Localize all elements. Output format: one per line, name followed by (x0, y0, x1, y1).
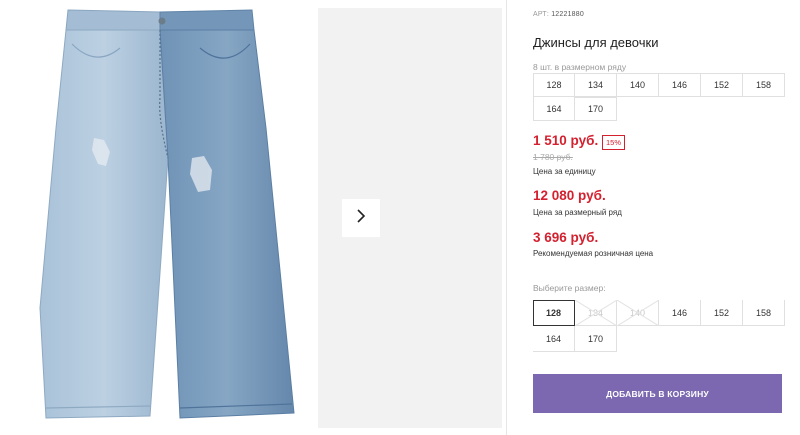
size-option-140[interactable]: 140 (617, 300, 659, 326)
size-option-128[interactable]: 128 (533, 300, 575, 326)
size-run-caption: 8 шт. в размерном ряду (533, 62, 627, 72)
size-option-152[interactable]: 152 (701, 300, 743, 326)
product-gallery (0, 0, 506, 435)
size-run-cell: 164 (533, 97, 575, 121)
product-title: Джинсы для девочки (533, 35, 659, 50)
size-select-caption: Выберите размер: (533, 283, 606, 293)
unit-price: 1 510 руб. (533, 133, 599, 148)
panel-divider (506, 0, 507, 435)
size-option-170[interactable]: 170 (575, 326, 617, 352)
size-selector: 128 134 140 146 152 158 164 170 (533, 300, 785, 352)
jeans-image (39, 9, 295, 419)
size-run-table: 128 134 140 146 152 158 164 170 (533, 73, 785, 121)
run-price-caption: Цена за размерный ряд (533, 208, 622, 217)
article-number: 12221880 (551, 11, 584, 18)
article-line: АРТ: 12221880 (533, 11, 584, 18)
size-run-cell: 134 (575, 73, 617, 97)
size-option-164[interactable]: 164 (533, 326, 575, 352)
size-run-cell: 158 (743, 73, 785, 97)
add-to-cart-button[interactable]: ДОБАВИТЬ В КОРЗИНУ (533, 374, 782, 413)
size-option-146[interactable]: 146 (659, 300, 701, 326)
unavailable-cross-icon (617, 300, 659, 326)
size-run-cell: 128 (533, 73, 575, 97)
discount-badge: 15% (602, 135, 626, 150)
size-run-cell: 170 (575, 97, 617, 121)
size-option-134[interactable]: 134 (575, 300, 617, 326)
product-photo[interactable] (0, 8, 318, 428)
article-label: АРТ: (533, 11, 550, 18)
chevron-right-icon (355, 208, 367, 229)
unavailable-cross-icon (575, 300, 617, 326)
size-option-158[interactable]: 158 (743, 300, 785, 326)
unit-price-caption: Цена за единицу (533, 167, 596, 176)
retail-price-caption: Рекомендуемая розничная цена (533, 249, 654, 258)
size-run-cell: 152 (701, 73, 743, 97)
old-price: 1 780 руб. (533, 152, 573, 162)
retail-price: 3 696 руб. (533, 230, 599, 245)
gallery-next-button[interactable] (342, 199, 380, 237)
size-run-cell: 140 (617, 73, 659, 97)
size-run-cell: 146 (659, 73, 701, 97)
run-price: 12 080 руб. (533, 188, 606, 203)
